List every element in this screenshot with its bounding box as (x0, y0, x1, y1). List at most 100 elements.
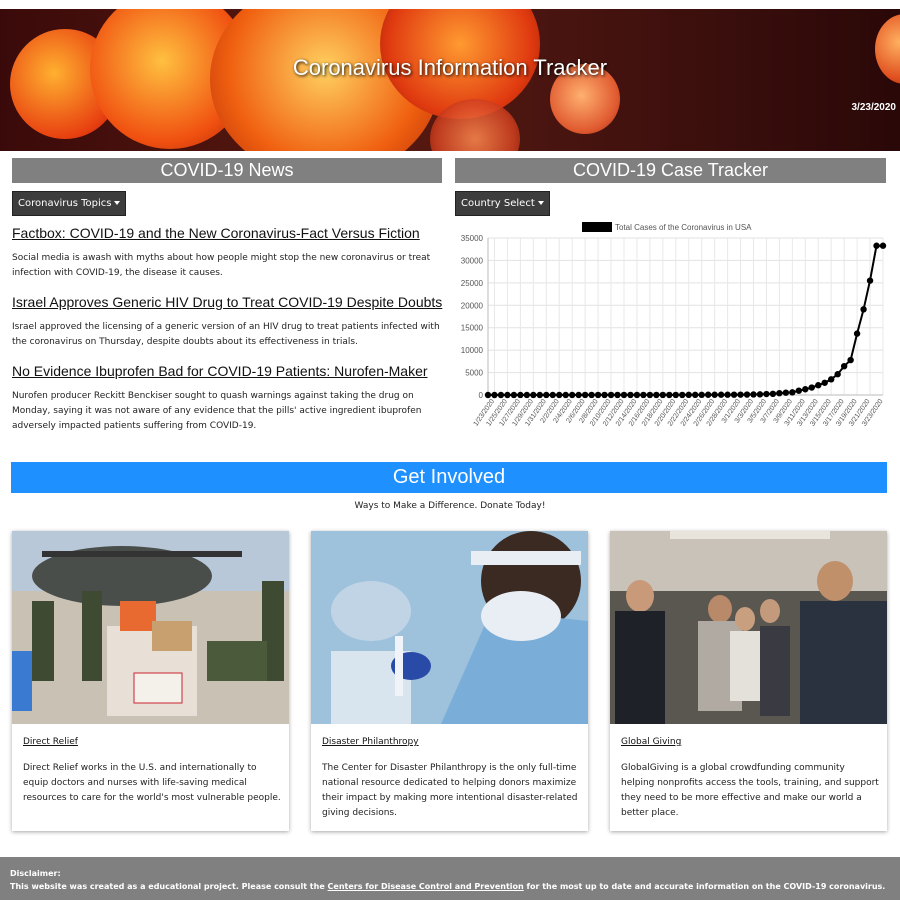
footer: Disclaimer: This website was created as … (0, 857, 900, 900)
caret-down-icon (537, 201, 544, 205)
cases-chart: Total Cases of the Coronavirus in USA 0 50… (461, 222, 887, 428)
data-point (666, 391, 673, 399)
country-dropdown[interactable]: Country Select (455, 191, 550, 216)
card-photo (311, 531, 588, 724)
data-point (588, 391, 595, 399)
get-involved-subtitle: Ways to Make a Difference. Donate Today! (354, 501, 546, 511)
topics-dropdown[interactable]: Coronavirus Topics (12, 191, 127, 216)
data-point (581, 391, 589, 399)
data-point (562, 391, 569, 399)
card-photo (12, 531, 289, 724)
donation-card: Disaster Philanthropy The Center for Dis… (311, 531, 588, 831)
data-point (659, 391, 667, 399)
data-point (568, 391, 576, 399)
data-point (530, 391, 537, 399)
data-point (717, 391, 725, 398)
data-point (821, 379, 828, 386)
data-point (594, 391, 602, 399)
topics-dropdown-label: Coronavirus Topics (18, 198, 112, 209)
legend-label: Total Cases of the Coronavirus in USA (615, 223, 752, 232)
caret-down-icon (114, 201, 121, 205)
country-dropdown-label: Country Select (461, 198, 535, 209)
news-article-body: Israel approved the licensing of a gener… (12, 322, 440, 347)
data-point (633, 391, 641, 399)
data-point (737, 391, 744, 398)
data-point (627, 391, 634, 399)
data-point (776, 389, 783, 397)
data-point (730, 391, 738, 398)
data-point (873, 242, 880, 249)
data-point (653, 391, 660, 399)
y-tick-label: 5000 (465, 369, 483, 378)
data-point (517, 391, 524, 399)
data-point (549, 391, 556, 399)
donation-card: Global Giving GlobalGiving is a global c… (610, 531, 887, 831)
data-point (827, 376, 835, 383)
data-point (556, 391, 563, 399)
card-photo (610, 531, 887, 724)
data-point (756, 391, 764, 398)
news-article-title[interactable]: No Evidence Ibuprofen Bad for COVID-19 P… (12, 363, 442, 379)
news-article-title[interactable]: Factbox: COVID-19 and the New Coronaviru… (12, 225, 442, 241)
data-point (724, 391, 731, 398)
data-point (685, 391, 692, 399)
data-point (497, 391, 505, 399)
y-tick-label: 25000 (461, 279, 484, 288)
data-point (692, 391, 699, 399)
tracker-section-header: COVID-19 Case Tracker (455, 158, 886, 183)
data-point (808, 384, 815, 391)
data-point (575, 391, 582, 399)
data-point (782, 389, 790, 396)
data-point (704, 391, 712, 398)
disclaimer-text-end: for the most up to date and accurate inf… (523, 882, 886, 891)
data-point (711, 391, 718, 398)
data-point (769, 390, 777, 398)
data-point (679, 391, 686, 399)
y-tick-label: 15000 (461, 324, 484, 333)
card-link[interactable]: Global Giving (621, 737, 681, 747)
data-point (795, 387, 803, 394)
card-description: GlobalGiving is a global crowdfunding co… (621, 763, 879, 818)
disclaimer-text: This website was created as a educationa… (10, 880, 890, 893)
news-article-body: Nurofen producer Reckitt Benckiser sough… (12, 391, 422, 431)
cdc-link[interactable]: Centers for Disease Control and Preventi… (328, 882, 524, 891)
data-point (672, 391, 679, 399)
card-description: Direct Relief works in the U.S. and inte… (23, 763, 281, 803)
disclaimer-heading: Disclaimer: (10, 869, 61, 878)
data-point (866, 277, 874, 284)
data-point (607, 391, 615, 399)
news-list: Factbox: COVID-19 and the New Coronaviru… (12, 225, 442, 447)
data-point (614, 391, 621, 399)
data-point (743, 391, 751, 398)
data-point (847, 356, 854, 364)
page-title: Coronavirus Information Tracker (292, 55, 608, 80)
data-point (523, 391, 531, 399)
data-point (504, 391, 511, 399)
data-point (860, 306, 867, 313)
y-tick-label: 35000 (461, 234, 484, 243)
disclaimer-text-start: This website was created as a educationa… (10, 882, 328, 891)
data-point (834, 371, 841, 378)
data-point (640, 391, 647, 399)
news-article-title[interactable]: Israel Approves Generic HIV Drug to Trea… (12, 294, 442, 310)
data-point (879, 242, 887, 249)
card-link[interactable]: Direct Relief (23, 737, 78, 747)
data-point (620, 391, 628, 399)
data-point (646, 391, 654, 399)
data-point (750, 391, 757, 398)
data-point (802, 386, 809, 393)
data-point (491, 391, 498, 399)
data-point (601, 391, 608, 399)
card-link[interactable]: Disaster Philanthropy (322, 737, 419, 747)
news-section-header: COVID-19 News (12, 158, 442, 183)
data-point (840, 362, 848, 370)
data-point (763, 390, 770, 398)
donation-card: Direct Relief Direct Relief works in the… (12, 531, 289, 831)
data-point (510, 391, 518, 399)
data-point (789, 389, 796, 396)
data-point (853, 330, 861, 337)
news-article-body: Social media is awash with myths about h… (12, 253, 431, 278)
header-banner: Coronavirus Information Tracker 3/23/202… (0, 9, 900, 151)
data-point (815, 382, 822, 389)
y-tick-label: 10000 (461, 346, 484, 355)
